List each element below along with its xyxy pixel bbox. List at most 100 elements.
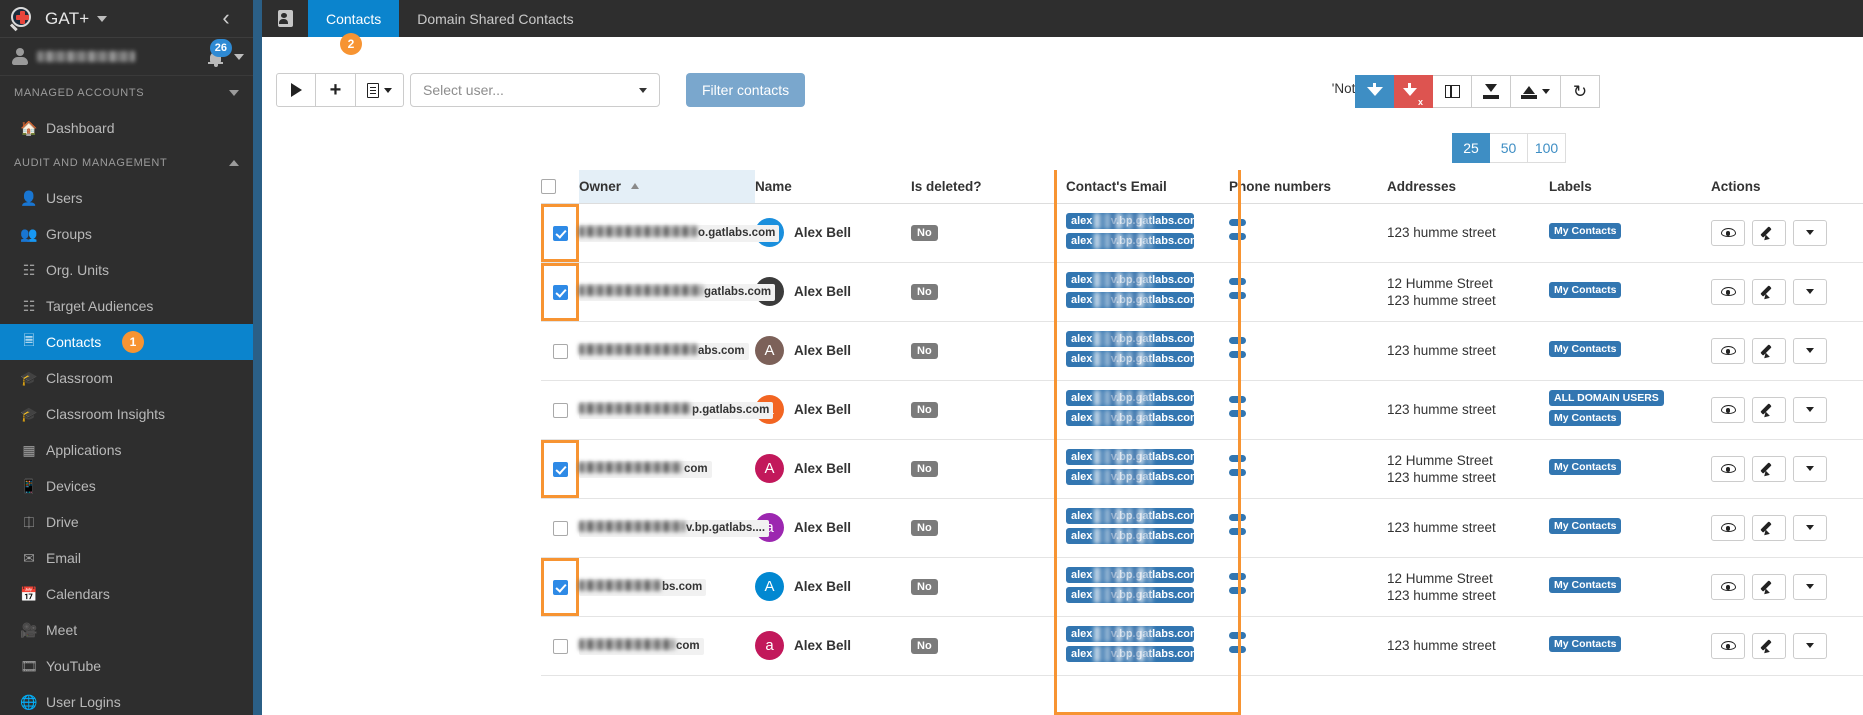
sidebar-item-devices[interactable]: 📱 Devices: [0, 468, 253, 504]
more-actions-button[interactable]: [1793, 632, 1827, 659]
table-row[interactable]: abs.com A Alex Bell No alex v.bp.gatlabs.com…: [541, 321, 1863, 381]
sidebar-item-applications[interactable]: ▦ Applications: [0, 432, 253, 468]
sidebar-item-contacts[interactable]: 🗏 Contacts 1: [0, 324, 253, 360]
run-button[interactable]: [276, 73, 316, 107]
email-chip[interactable]: alex v.bp.gatlabs.com: [1066, 409, 1194, 426]
page-size-25[interactable]: 25: [1452, 133, 1490, 163]
sidebar-item-user-logins[interactable]: 🌐 User Logins: [0, 684, 253, 715]
row-checkbox[interactable]: [552, 461, 568, 477]
add-contact-button[interactable]: +: [316, 73, 356, 107]
email-chip[interactable]: alex v.bp.gatlabs.com: [1066, 271, 1194, 288]
sidebar-collapse-icon[interactable]: ‹: [213, 6, 239, 32]
edit-button[interactable]: [1752, 632, 1786, 659]
email-chip[interactable]: alex v.bp.gatlabs.com: [1066, 232, 1194, 249]
columns-button[interactable]: [1433, 75, 1472, 108]
label-chip[interactable]: My Contacts: [1549, 340, 1622, 357]
page-size-50[interactable]: 50: [1490, 133, 1528, 163]
phone-numbers-column-header[interactable]: Phone numbers: [1229, 170, 1387, 204]
addresses-column-header[interactable]: Addresses: [1387, 170, 1549, 204]
chevron-down-icon[interactable]: [97, 15, 108, 22]
view-button[interactable]: [1711, 514, 1745, 541]
apply-filter-button[interactable]: [1355, 75, 1394, 108]
email-chip[interactable]: alex v.bp.gatlabs.com: [1066, 527, 1194, 544]
table-row[interactable]: bs.com A Alex Bell No alex v.bp.gatlabs.com a…: [541, 557, 1863, 617]
section-collapse-icon[interactable]: [229, 90, 239, 96]
contact-email-column-header[interactable]: Contact's Email: [1066, 170, 1229, 204]
edit-button[interactable]: [1752, 514, 1786, 541]
row-checkbox[interactable]: [552, 225, 568, 241]
email-chip[interactable]: alex v.bp.gatlabs.com: [1066, 586, 1194, 603]
sidebar-item-groups[interactable]: 👥 Groups: [0, 216, 253, 252]
export-button[interactable]: [1511, 75, 1561, 108]
filter-contacts-button[interactable]: Filter contacts: [686, 73, 806, 107]
row-checkbox[interactable]: [552, 343, 568, 359]
row-checkbox[interactable]: [552, 638, 568, 654]
sidebar-item-drive[interactable]: ⎅ Drive: [0, 504, 253, 540]
owner-column-header[interactable]: Owner: [579, 170, 755, 204]
sidebar-item-target-audiences[interactable]: ☷ Target Audiences: [0, 288, 253, 324]
table-row[interactable]: gatlabs.comAAlex BellNo alex v.bp.gatlabs…: [541, 262, 1863, 322]
sidebar-item-org-units[interactable]: ☷ Org. Units: [0, 252, 253, 288]
select-all-checkbox[interactable]: [541, 178, 556, 194]
label-chip[interactable]: My Contacts: [1549, 517, 1622, 534]
view-button[interactable]: [1711, 219, 1745, 246]
table-row[interactable]: p.gatlabs.comaAlex BellNo alex v.bp.gatla…: [541, 380, 1863, 440]
label-chip[interactable]: My Contacts: [1549, 281, 1622, 298]
labels-column-header[interactable]: Labels: [1549, 170, 1711, 204]
edit-button[interactable]: [1752, 573, 1786, 600]
sidebar-item-classroom[interactable]: 🎓 Classroom: [0, 360, 253, 396]
view-button[interactable]: [1711, 455, 1745, 482]
row-checkbox[interactable]: [552, 402, 568, 418]
row-checkbox[interactable]: [552, 579, 568, 595]
select-user-dropdown[interactable]: Select user...: [410, 73, 660, 107]
sidebar-item-classroom-insights[interactable]: 🎓 Classroom Insights: [0, 396, 253, 432]
refresh-button[interactable]: ↻: [1561, 75, 1600, 108]
section-collapse-icon[interactable]: [229, 160, 239, 166]
view-button[interactable]: [1711, 278, 1745, 305]
table-row[interactable]: o.gatlabs.comAAlex BellNoalex v.bp.gatla…: [541, 203, 1863, 263]
label-chip[interactable]: My Contacts: [1549, 635, 1622, 652]
label-chip[interactable]: My Contacts: [1549, 409, 1622, 426]
table-row[interactable]: com a Alex Bell No alex v.bp.gatlabs.com alex…: [541, 616, 1863, 676]
email-chip[interactable]: alex v.bp.gatlabs.com: [1066, 645, 1194, 662]
tab-domain-shared-contacts[interactable]: Domain Shared Contacts: [399, 0, 591, 37]
sidebar-item-youtube[interactable]: 🎞 YouTube: [0, 648, 253, 684]
edit-button[interactable]: [1752, 455, 1786, 482]
row-checkbox[interactable]: [552, 284, 568, 300]
page-size-100[interactable]: 100: [1528, 133, 1566, 163]
email-chip[interactable]: alex v.bp.gatlabs.com: [1066, 291, 1194, 308]
view-button[interactable]: [1711, 632, 1745, 659]
current-user-row[interactable]: 26: [0, 38, 253, 76]
label-chip[interactable]: My Contacts: [1549, 576, 1622, 593]
email-chip[interactable]: alex v.bp.gatlabs.com: [1066, 468, 1194, 485]
label-chip[interactable]: ALL DOMAIN USERS: [1549, 389, 1664, 406]
email-chip[interactable]: alex v.bp.gatlabs.com: [1066, 389, 1194, 406]
edit-button[interactable]: [1752, 219, 1786, 246]
tab-contacts[interactable]: Contacts: [308, 0, 400, 37]
view-button[interactable]: [1711, 396, 1745, 423]
sidebar-item-email[interactable]: ✉ Email: [0, 540, 253, 576]
more-actions-button[interactable]: [1793, 396, 1827, 423]
email-chip[interactable]: alex v.bp.gatlabs.com: [1066, 507, 1194, 524]
sidebar-item-calendars[interactable]: 📅 Calendars: [0, 576, 253, 612]
clear-filter-button[interactable]: x: [1394, 75, 1433, 108]
import-button[interactable]: [1472, 75, 1511, 108]
edit-button[interactable]: [1752, 278, 1786, 305]
brand-header[interactable]: GAT+ ‹: [0, 0, 253, 38]
sidebar-item-meet[interactable]: 🎥 Meet: [0, 612, 253, 648]
more-actions-button[interactable]: [1793, 337, 1827, 364]
edit-button[interactable]: [1752, 337, 1786, 364]
email-chip[interactable]: alex v.bp.gatlabs.com: [1066, 350, 1194, 367]
email-chip[interactable]: alex v.bp.gatlabs.com: [1066, 330, 1194, 347]
sidebar-item-dashboard[interactable]: 🏠 Dashboard: [0, 110, 253, 146]
more-actions-button[interactable]: [1793, 455, 1827, 482]
sidebar-item-users[interactable]: 👤 Users: [0, 180, 253, 216]
more-actions-button[interactable]: [1793, 278, 1827, 305]
edit-button[interactable]: [1752, 396, 1786, 423]
email-chip[interactable]: alex v.bp.gatlabs.com: [1066, 566, 1194, 583]
table-row[interactable]: com A Alex Bell No alex v.bp.gatlabs.com alex…: [541, 439, 1863, 499]
report-menu-button[interactable]: [356, 73, 404, 107]
label-chip[interactable]: My Contacts: [1549, 458, 1622, 475]
more-actions-button[interactable]: [1793, 219, 1827, 246]
more-actions-button[interactable]: [1793, 514, 1827, 541]
